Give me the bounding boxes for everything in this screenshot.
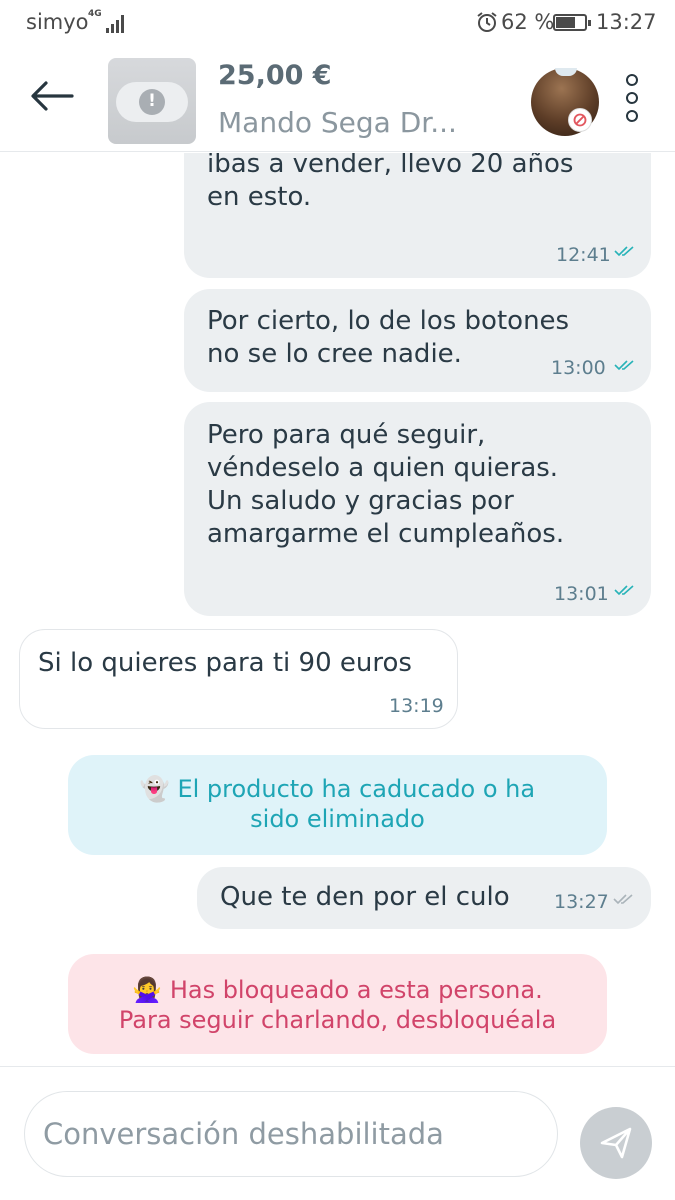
product-price[interactable]: 25,00 € (218, 60, 332, 91)
product-thumbnail[interactable] (108, 58, 196, 144)
status-bar: simyo 4G 62 % 13:27 (0, 0, 675, 46)
message-bubble-sent[interactable]: Que te den por el culo 13:27 (197, 867, 651, 929)
network-type: 4G (88, 9, 102, 19)
message-time: 13:01 (554, 583, 609, 605)
signal-icon: 4G (88, 9, 128, 33)
input-placeholder: Conversación deshabilitada (43, 1117, 444, 1151)
message-text: Por cierto, lo de los botones no se lo c… (207, 306, 570, 369)
double-check-icon (614, 246, 634, 257)
status-clock: 13:27 (596, 10, 657, 34)
chat-thread[interactable]: minuto 1 sabía que no me lo ibas a vende… (0, 153, 675, 1065)
warning-icon (139, 89, 165, 115)
composer: Conversación deshabilitada (0, 1066, 675, 1200)
send-icon (600, 1127, 632, 1159)
message-input[interactable]: Conversación deshabilitada (24, 1091, 558, 1177)
notice-text: El producto ha caducado o ha (177, 775, 536, 803)
unblock-link[interactable]: Para seguir charlando, desbloquéala (68, 1005, 607, 1035)
message-text: Si lo quieres para ti 90 euros (38, 648, 412, 678)
double-check-icon (614, 585, 634, 596)
ghost-emoji-icon: 👻 (139, 775, 170, 803)
product-expired-notice: 👻 El producto ha caducado o ha sido elim… (68, 755, 607, 855)
message-bubble-sent[interactable]: Pero para qué seguir, véndeselo a quien … (184, 402, 651, 616)
carrier-name: simyo (26, 10, 89, 34)
double-check-icon (613, 894, 633, 905)
message-bubble-received[interactable]: Si lo quieres para ti 90 euros 13:19 (19, 629, 458, 729)
back-arrow-icon[interactable] (28, 76, 76, 116)
message-text: minuto 1 sabía que no me lo ibas a vende… (207, 153, 574, 212)
notice-text: Has bloqueado a esta persona. (169, 976, 543, 1004)
chat-header: 25,00 € Mando Sega Dr... (0, 46, 675, 152)
double-check-icon (614, 360, 634, 371)
notice-text: sido eliminado (250, 805, 425, 833)
gesture-no-emoji-icon: 🙅‍♀️ (132, 976, 163, 1004)
message-time: 13:00 (551, 357, 606, 379)
message-time: 12:41 (556, 244, 611, 266)
product-title[interactable]: Mando Sega Dr... (218, 106, 457, 139)
message-text: Que te den por el culo (220, 882, 510, 912)
message-bubble-sent[interactable]: Por cierto, lo de los botones no se lo c… (184, 289, 651, 392)
message-time: 13:27 (554, 891, 609, 913)
message-time: 13:19 (389, 695, 444, 717)
blocked-badge-icon (568, 108, 592, 132)
battery-icon (553, 14, 591, 31)
send-button[interactable] (580, 1107, 652, 1179)
message-bubble-sent[interactable]: minuto 1 sabía que no me lo ibas a vende… (184, 153, 651, 278)
message-text: Pero para qué seguir, véndeselo a quien … (207, 420, 565, 549)
blocked-user-notice[interactable]: 🙅‍♀️ Has bloqueado a esta persona. Para … (68, 954, 607, 1054)
more-options-icon[interactable] (624, 74, 640, 122)
alarm-icon (477, 12, 497, 32)
battery-percent: 62 % (501, 10, 555, 34)
